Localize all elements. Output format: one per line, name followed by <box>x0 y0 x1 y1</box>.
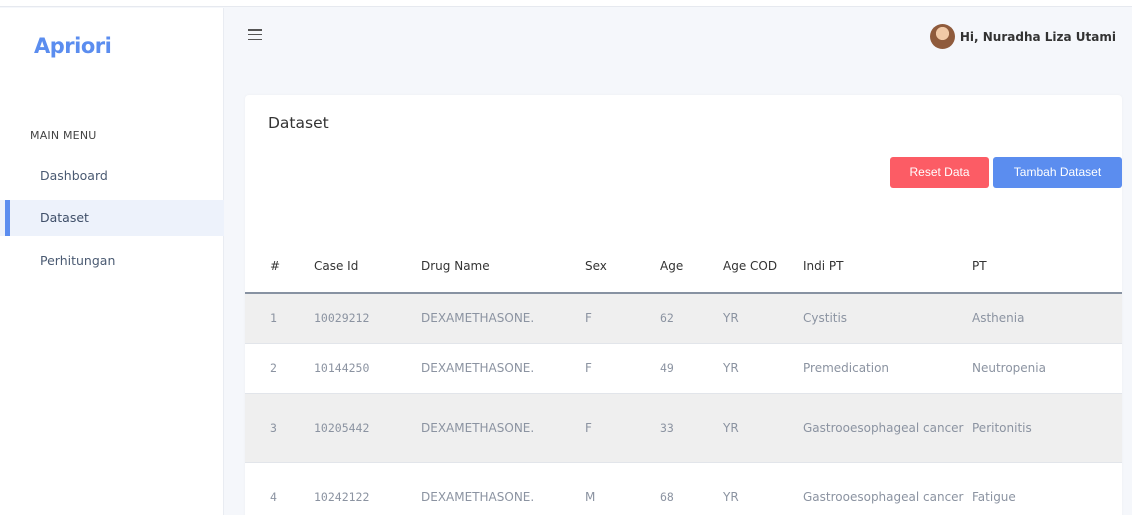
age: 49 <box>660 343 723 394</box>
case-id: 10242122 <box>314 462 421 515</box>
column-header-age[interactable]: Age <box>660 239 723 294</box>
page-title: Dataset <box>268 114 329 132</box>
age: 68 <box>660 462 723 515</box>
case-id: 10205442 <box>314 393 421 463</box>
pt: Neutropenia <box>972 343 1122 394</box>
sidebar: Apriori MAIN MENU Dashboard Dataset Perh… <box>0 8 224 515</box>
table-row: 4 10242122 DEXAMETHASONE. M 68 YR Gastro… <box>245 462 1122 515</box>
row-number: 2 <box>245 343 314 394</box>
top-bar <box>0 0 1132 7</box>
sex: M <box>585 462 660 515</box>
indi-pt: Premedication <box>803 343 972 394</box>
avatar <box>929 24 955 49</box>
column-header-number[interactable]: # <box>245 239 314 294</box>
indi-pt: Gastrooesophageal cancer <box>803 393 972 463</box>
dataset-card: Dataset Reset Data Tambah Dataset # Case… <box>245 95 1122 515</box>
row-number: 3 <box>245 393 314 463</box>
sex: F <box>585 343 660 394</box>
user-greeting: Hi, Nuradha Liza Utami <box>959 29 1116 44</box>
sidebar-item-perhitungan[interactable]: Perhitungan <box>0 243 224 279</box>
table-header-row: # Case Id Drug Name Sex Age Age COD Indi… <box>245 239 1122 294</box>
user-menu[interactable]: Hi, Nuradha Liza Utami <box>929 24 1116 49</box>
pt: Asthenia <box>972 293 1122 344</box>
row-number: 1 <box>245 293 314 344</box>
sidebar-item-dashboard[interactable]: Dashboard <box>0 158 224 194</box>
column-header-indi-pt[interactable]: Indi PT <box>803 239 972 294</box>
drug-name: DEXAMETHASONE. <box>421 462 585 515</box>
column-header-sex[interactable]: Sex <box>585 239 660 294</box>
app-brand[interactable]: Apriori <box>34 34 112 58</box>
indi-pt: Gastrooesophageal cancer <box>803 462 972 515</box>
age: 33 <box>660 393 723 463</box>
pt: Fatigue <box>972 462 1122 515</box>
case-id: 10144250 <box>314 343 421 394</box>
pt: Peritonitis <box>972 393 1122 463</box>
main-menu-heading: MAIN MENU <box>30 129 97 142</box>
column-header-case-id[interactable]: Case Id <box>314 239 421 294</box>
menu-toggle-icon[interactable] <box>248 29 262 41</box>
indi-pt: Cystitis <box>803 293 972 344</box>
age-cod: YR <box>723 343 803 394</box>
dataset-table: # Case Id Drug Name Sex Age Age COD Indi… <box>245 239 1122 515</box>
drug-name: DEXAMETHASONE. <box>421 343 585 394</box>
column-header-drug-name[interactable]: Drug Name <box>421 239 585 294</box>
table-row: 2 10144250 DEXAMETHASONE. F 49 YR Premed… <box>245 343 1122 394</box>
row-number: 4 <box>245 462 314 515</box>
sidebar-item-dataset[interactable]: Dataset <box>0 200 224 236</box>
column-header-age-cod[interactable]: Age COD <box>723 239 803 294</box>
sex: F <box>585 293 660 344</box>
add-dataset-button[interactable]: Tambah Dataset <box>993 157 1122 188</box>
drug-name: DEXAMETHASONE. <box>421 293 585 344</box>
column-header-pt[interactable]: PT <box>972 239 1122 294</box>
age-cod: YR <box>723 293 803 344</box>
sex: F <box>585 393 660 463</box>
table-row: 1 10029212 DEXAMETHASONE. F 62 YR Cystit… <box>245 293 1122 344</box>
reset-data-button[interactable]: Reset Data <box>890 157 989 188</box>
drug-name: DEXAMETHASONE. <box>421 393 585 463</box>
table-row: 3 10205442 DEXAMETHASONE. F 33 YR Gastro… <box>245 393 1122 463</box>
age: 62 <box>660 293 723 344</box>
age-cod: YR <box>723 462 803 515</box>
case-id: 10029212 <box>314 293 421 344</box>
age-cod: YR <box>723 393 803 463</box>
